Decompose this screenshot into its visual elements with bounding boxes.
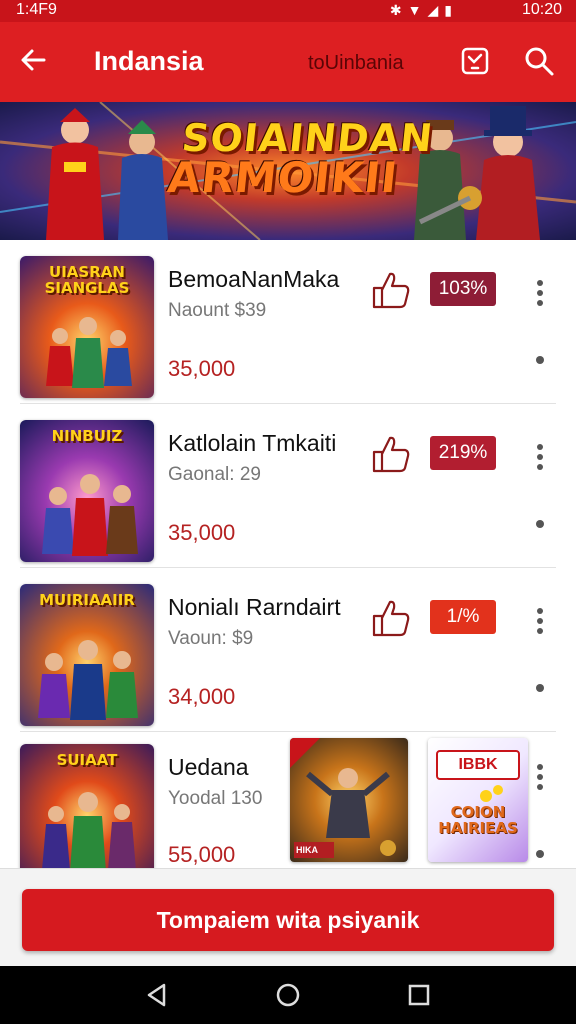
game-thumbnail[interactable]: MUIRIAAIIR <box>20 584 154 726</box>
battery-icon: ▮ <box>444 2 458 18</box>
game-name: Uedana <box>168 754 249 780</box>
banner-title-line1: SOIAINDAN <box>179 116 436 160</box>
game-price: 34,000 <box>168 684 236 709</box>
signal-icon: ◢ <box>427 2 445 18</box>
discount-badge: 219% <box>430 436 496 470</box>
game-name: BemoaNanMaka <box>168 266 340 292</box>
game-meta: Naount $39 <box>168 300 267 321</box>
game-name: Katlolain Tmkaiti <box>168 430 337 456</box>
bottom-bar: Tompaiem wita psiyanik <box>0 868 576 966</box>
game-price: 35,000 <box>168 520 236 545</box>
game-meta: Vaoun: $9 <box>168 628 254 649</box>
status-time-left: 1:4F9 <box>16 1 57 18</box>
game-price: 35,000 <box>168 356 236 381</box>
more-options-icon[interactable] <box>530 278 550 308</box>
game-thumbnail[interactable]: NINBUIZ <box>20 420 154 562</box>
coin-icon <box>480 785 503 802</box>
system-nav-bar <box>0 966 576 1024</box>
more-dot-icon[interactable] <box>536 356 544 364</box>
thumbnail-title: SUIAAT <box>56 751 118 769</box>
bookmark-icon[interactable] <box>458 44 492 78</box>
wifi-icon: ▼ <box>407 2 428 18</box>
promo-card-title: COION HAIRIEAS <box>438 803 518 837</box>
game-list: UIASRAN SIANGLAS BemoaNanMaka Naount $39… <box>0 240 576 868</box>
game-meta: Gaonal: 29 <box>168 464 261 485</box>
back-triangle-icon[interactable] <box>142 980 172 1010</box>
more-options-icon[interactable] <box>530 762 550 792</box>
discount-badge: 1/% <box>430 600 496 634</box>
hero-left-2 <box>118 120 168 240</box>
more-dot-icon[interactable] <box>536 684 544 692</box>
thumbs-up-icon[interactable] <box>370 434 412 474</box>
recents-square-icon[interactable] <box>404 980 434 1010</box>
discount-badge: 103% <box>430 272 496 306</box>
back-arrow-icon[interactable] <box>18 44 50 76</box>
promo-card-art <box>290 738 396 858</box>
app-subtitle[interactable]: toUinbania <box>308 52 404 75</box>
promo-card[interactable]: IBBK COION HAIRIEAS <box>428 738 528 862</box>
thumbnail-title: NINBUIZ <box>51 427 123 445</box>
thumbs-up-icon[interactable] <box>370 598 412 638</box>
game-meta: Yoodal 130 <box>168 788 263 809</box>
thumbnail-title: UIASRAN SIANGLAS <box>44 263 130 297</box>
status-icons: ✱▼◢▮ <box>390 2 458 19</box>
list-item[interactable]: UIASRAN SIANGLAS BemoaNanMaka Naount $39… <box>0 240 576 404</box>
game-thumbnail[interactable]: UIASRAN SIANGLAS <box>20 256 154 398</box>
list-item[interactable]: NINBUIZ Katlolain Tmkaiti Gaonal: 29 35,… <box>0 404 576 568</box>
hero-left-1 <box>46 108 104 240</box>
promo-card-label: HIKA <box>296 845 318 855</box>
promo-card[interactable]: HIKA <box>290 738 408 862</box>
more-dot-icon[interactable] <box>536 520 544 528</box>
banner-title: SOIAINDAN ARMOIKII <box>165 116 436 202</box>
game-price: 55,000 <box>168 842 236 867</box>
promo-banner[interactable]: SOIAINDAN ARMOIKII <box>0 102 576 240</box>
bluetooth-icon: ✱ <box>389 2 408 18</box>
thumbs-up-icon[interactable] <box>370 270 412 310</box>
home-circle-icon[interactable] <box>273 980 303 1010</box>
status-time-right: 10:20 <box>521 1 562 18</box>
app-bar: Indansia toUinbania <box>0 22 576 102</box>
banner-title-line2: ARMOIKII <box>165 153 401 202</box>
search-icon[interactable] <box>522 44 556 78</box>
more-options-icon[interactable] <box>530 442 550 472</box>
primary-action-button[interactable]: Tompaiem wita psiyanik <box>22 889 554 951</box>
list-item[interactable]: MUIRIAAIIR Nonialı Rarndairt Vaoun: $9 3… <box>0 568 576 732</box>
more-dot-icon[interactable] <box>536 850 544 858</box>
game-thumbnail[interactable]: SUIAAT <box>20 744 154 868</box>
thumbnail-title: MUIRIAAIIR <box>39 591 135 609</box>
game-name: Nonialı Rarndairt <box>168 594 341 620</box>
app-title: Indansia <box>94 46 204 76</box>
more-options-icon[interactable] <box>530 606 550 636</box>
list-item[interactable]: SUIAAT Uedana Yoodal 130 55,000 HIKA IBB… <box>0 732 576 868</box>
status-bar: 1:4F9 ✱▼◢▮ 10:20 <box>0 0 576 22</box>
